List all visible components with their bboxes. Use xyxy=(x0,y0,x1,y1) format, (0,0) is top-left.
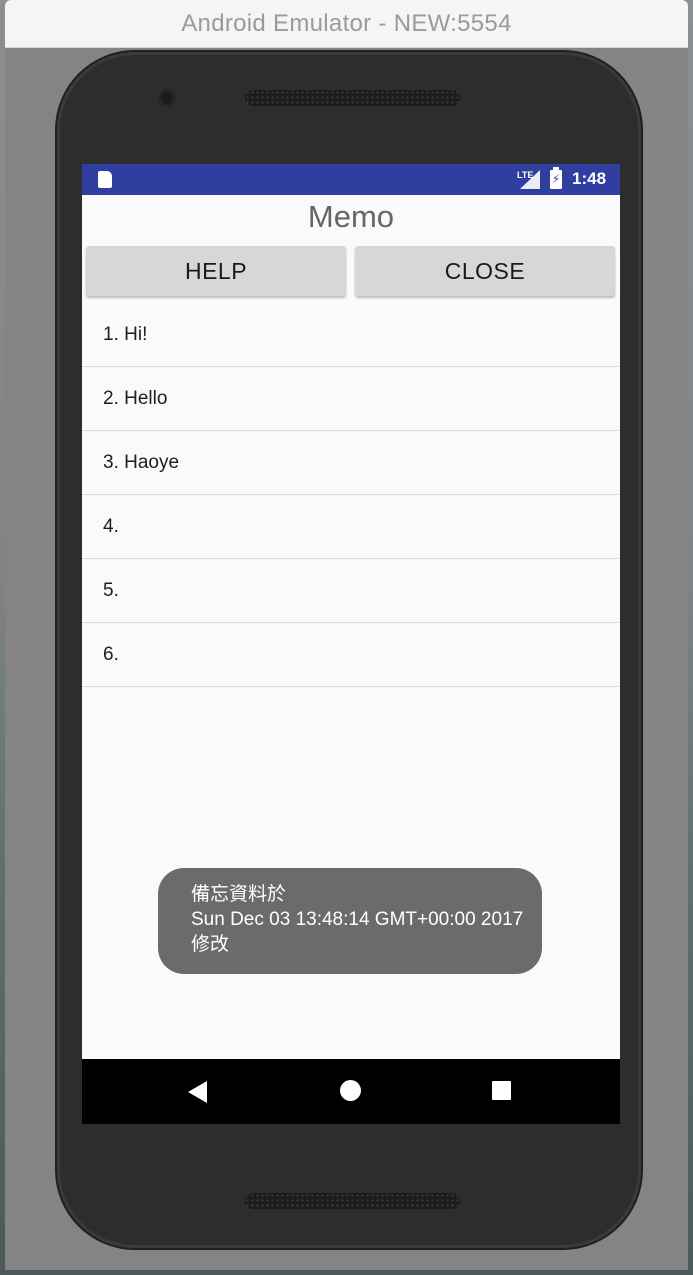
toast-line-3: 修改 xyxy=(191,934,230,955)
memo-item-3[interactable]: 3. Haoye xyxy=(82,431,620,495)
toast-message: 備忘資料於 Sun Dec 03 13:48:14 GMT+00:00 2017… xyxy=(158,868,542,974)
emulator-window: Android Emulator - NEW:5554 LTE 1:48 Mem… xyxy=(5,0,688,1270)
app-title: Memo xyxy=(307,199,395,234)
navigation-bar xyxy=(82,1059,620,1124)
recent-apps-icon[interactable] xyxy=(492,1081,511,1100)
toast-line-2: Sun Dec 03 13:48:14 GMT+00:00 2017 xyxy=(191,909,524,930)
battery-charging-icon xyxy=(550,167,562,189)
window-title: Android Emulator - NEW:5554 xyxy=(181,9,512,37)
help-button[interactable]: HELP xyxy=(86,246,346,296)
device-screen: LTE 1:48 Memo HELP CLOSE 1. Hi! 2. Hello… xyxy=(82,164,620,1124)
bottom-speaker xyxy=(245,1193,460,1209)
memo-item-6[interactable]: 6. xyxy=(82,623,620,687)
memo-item-4[interactable]: 4. xyxy=(82,495,620,559)
home-icon[interactable] xyxy=(340,1080,361,1101)
close-button[interactable]: CLOSE xyxy=(355,246,615,296)
memo-item-5[interactable]: 5. xyxy=(82,559,620,623)
top-speaker xyxy=(245,90,460,106)
memo-item-1[interactable]: 1. Hi! xyxy=(82,303,620,367)
back-icon[interactable] xyxy=(188,1081,207,1103)
sd-card-icon xyxy=(98,171,112,188)
memo-list: 1. Hi! 2. Hello 3. Haoye 4. 5. 6. xyxy=(82,303,620,687)
window-titlebar[interactable]: Android Emulator - NEW:5554 xyxy=(5,0,688,48)
status-clock: 1:48 xyxy=(572,169,607,188)
front-camera xyxy=(158,89,176,107)
memo-item-2[interactable]: 2. Hello xyxy=(82,367,620,431)
phone-frame: LTE 1:48 Memo HELP CLOSE 1. Hi! 2. Hello… xyxy=(57,52,641,1248)
toast-line-1: 備忘資料於 xyxy=(191,884,287,905)
lte-label: LTE xyxy=(517,170,534,180)
status-bar: LTE 1:48 xyxy=(82,164,620,195)
